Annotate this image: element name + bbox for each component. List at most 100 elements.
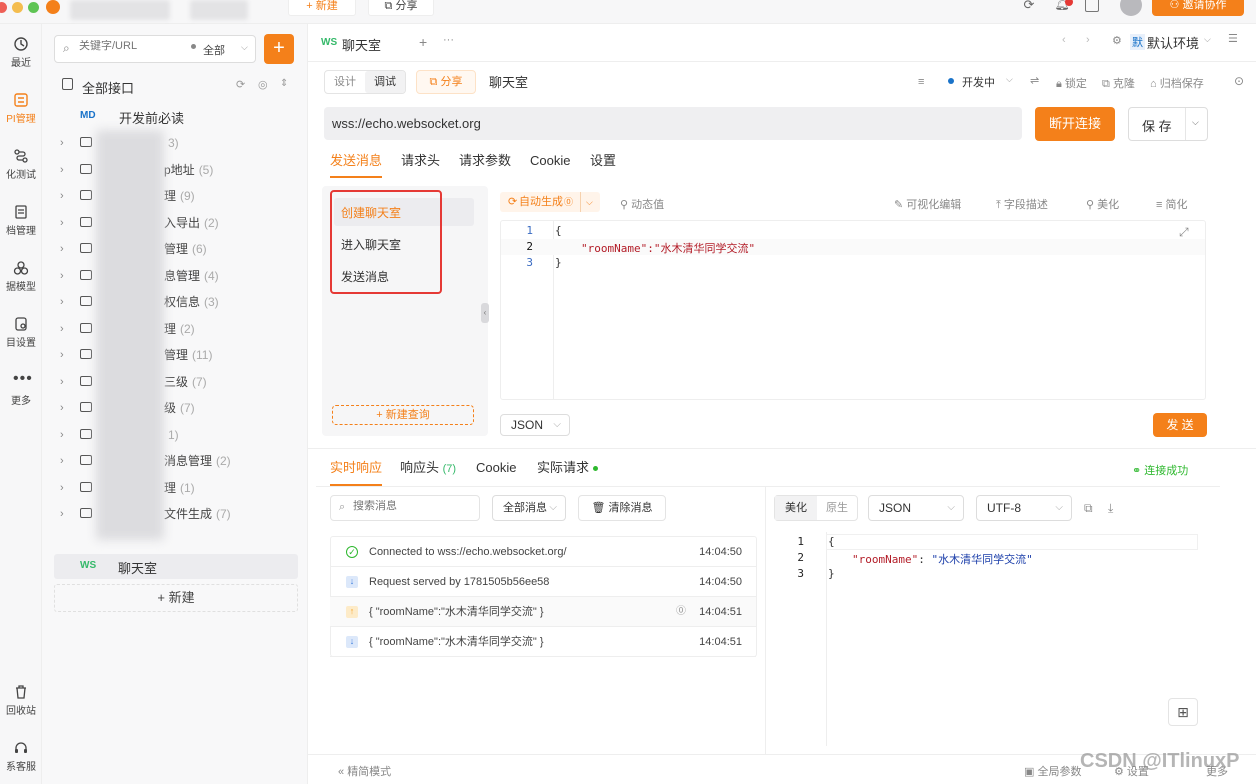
new-query-button[interactable]: + 新建查询 — [332, 405, 474, 425]
layout-toggle-icon[interactable]: ⊞ — [1168, 698, 1198, 726]
message-item-create-room[interactable]: 创建聊天室 — [341, 204, 401, 221]
view-raw-tab[interactable]: 原生 — [817, 496, 857, 520]
tab-realtime-response[interactable]: 实时响应 — [330, 454, 383, 486]
log-row[interactable]: ↓ Request served by 1781505b56ee58 14:04:5… — [330, 567, 756, 597]
log-row[interactable]: ↑{ "roomName":"水木清华同学交流" } ⓪ 14:04:51 — [330, 597, 756, 627]
save-button[interactable]: 保 存 ⌵ — [1128, 107, 1208, 141]
minimize-window-button[interactable] — [12, 2, 23, 13]
tree-filter-select[interactable]: 全部 — [203, 42, 225, 58]
share-top-button[interactable]: ⧉ 分享 — [368, 0, 434, 16]
nav-auto-test[interactable]: 化测试 — [0, 148, 42, 181]
env-select[interactable]: ⚙ 默 默认环境 ⌵ — [1104, 30, 1218, 54]
invite-button[interactable]: ⚇ 邀请协作 — [1152, 0, 1244, 16]
archive-icon: ⌂ — [1150, 78, 1160, 90]
dynamic-value-button[interactable]: ⚲ 动态值 — [620, 196, 664, 212]
viewer-encoding-select[interactable]: UTF-8 ⌵ — [976, 495, 1072, 521]
chevron-right-icon: › — [60, 322, 64, 335]
transfer-icon[interactable]: ⇌ — [1030, 74, 1039, 87]
clone-button[interactable]: ⧉ 克隆 — [1102, 75, 1135, 91]
tree-search-input[interactable] — [79, 40, 179, 52]
nav-trash[interactable]: 回收站 — [0, 684, 42, 717]
message-search-input[interactable] — [353, 500, 463, 512]
doc-tab-chat[interactable]: WS 聊天室 — [308, 30, 408, 58]
body-format-select[interactable]: JSON ⌵ — [500, 414, 570, 436]
beautify-button[interactable]: ⚲ 美化 — [1086, 196, 1119, 212]
maximize-window-button[interactable] — [28, 2, 39, 13]
refresh-icon[interactable]: ⟳ — [236, 78, 245, 91]
tab-request-headers[interactable]: 请求头 — [401, 152, 440, 178]
docs-icon[interactable] — [1085, 0, 1099, 12]
field-desc-button[interactable]: ⤒ 字段描述 — [996, 196, 1048, 212]
message-item-enter-room[interactable]: 进入聊天室 — [341, 236, 401, 253]
tab-next-icon[interactable]: › — [1086, 34, 1090, 46]
download-icon[interactable]: ⤓ — [1108, 501, 1113, 516]
close-window-button[interactable] — [0, 2, 7, 13]
avatar[interactable] — [1120, 0, 1142, 16]
view-pretty-tab[interactable]: 美化 — [775, 496, 817, 520]
line-number: 1 — [526, 224, 533, 237]
tree-item-ws-selected[interactable]: WS 聊天室 — [54, 554, 298, 579]
chevron-down-icon: ⌵ — [549, 502, 557, 513]
help-icon[interactable]: ⓪ — [676, 597, 686, 627]
message-search[interactable]: ⌕ — [330, 495, 480, 521]
tree-root[interactable]: 全部接口 ⟳ ◎ ⇕ — [62, 76, 302, 96]
tree-item-md[interactable]: MD 开发前必读 — [80, 106, 300, 126]
share-button[interactable]: ⧉ 分享 — [416, 70, 476, 94]
viewer-format-select[interactable]: JSON ⌵ — [868, 495, 964, 521]
simplify-button[interactable]: ≡ 简化 — [1156, 196, 1187, 212]
log-row[interactable]: ✓ Connected to wss://echo.websocket.org/1… — [330, 537, 756, 567]
clear-messages-button[interactable]: 🗑︎ 清除消息 — [578, 495, 666, 521]
disconnect-button[interactable]: 断开连接 — [1035, 107, 1115, 141]
collapse-icon[interactable]: ⇕ — [280, 78, 288, 89]
plus-icon: + — [376, 409, 386, 421]
archive-button[interactable]: ⌂ 归档保存 — [1150, 75, 1204, 91]
blurred-folder-names — [96, 130, 164, 540]
message-item-send-message[interactable]: 发送消息 — [341, 268, 389, 285]
tab-response-cookie[interactable]: Cookie — [476, 454, 516, 484]
nav-doc[interactable]: 档管理 — [0, 204, 42, 237]
tab-response-headers[interactable]: 响应头 (7) — [400, 454, 456, 484]
edit-icon[interactable]: ≡ — [918, 76, 924, 88]
collapse-handle[interactable]: ‹ — [481, 303, 489, 323]
auto-generate-button[interactable]: ⟳ 自动生成 ⓪ ⌵ — [500, 192, 600, 212]
tab-send-message[interactable]: 发送消息 — [330, 152, 383, 178]
expand-icon[interactable]: ⤢ — [1179, 225, 1189, 240]
new-button[interactable]: + 新建 — [288, 0, 356, 16]
design-tab[interactable]: 设计 — [325, 71, 365, 93]
help-circle-icon[interactable]: ⊙ — [1234, 74, 1244, 88]
add-tab-icon[interactable]: + — [419, 34, 427, 50]
nav-model[interactable]: 据模型 — [0, 260, 42, 293]
nav-more[interactable]: ••• 更多 — [0, 371, 42, 408]
request-body-editor[interactable]: 1 2 3 { "roomName":"水木清华同学交流" } ⤢ — [500, 220, 1206, 400]
nav-api[interactable]: PI管理 — [0, 92, 42, 125]
nav-settings[interactable]: 目设置 — [0, 316, 42, 349]
tab-cookie[interactable]: Cookie — [530, 152, 570, 178]
tab-more-icon[interactable]: ··· — [443, 34, 454, 46]
message-filter-select[interactable]: 全部消息 ⌵ — [492, 495, 566, 521]
tree-new-button[interactable]: + 新建 — [54, 584, 298, 612]
locate-icon[interactable]: ◎ — [258, 78, 268, 91]
tab-settings[interactable]: 设置 — [590, 152, 616, 178]
sync-icon[interactable]: ⟳ — [1018, 0, 1040, 17]
tree-search[interactable]: ⌕ 全部 ⌵ — [54, 35, 256, 63]
url-input[interactable]: wss://echo.websocket.org — [324, 107, 1022, 140]
tab-prev-icon[interactable]: ‹ — [1062, 34, 1066, 46]
folder-label: 文件生成 (7) — [164, 507, 231, 521]
copy-icon[interactable]: ⧉ — [1084, 501, 1093, 516]
global-params-button[interactable]: ▣ 全局参数 — [1024, 763, 1081, 779]
tab-request-params[interactable]: 请求参数 — [459, 152, 511, 178]
nav-support[interactable]: 系客服 — [0, 740, 42, 773]
tab-actual-request[interactable]: 实际请求 — [537, 454, 598, 484]
log-row[interactable]: ↓{ "roomName":"水木清华同学交流" } 14:04:51 — [330, 627, 756, 657]
lock-button[interactable]: 🔒︎ 锁定 — [1056, 75, 1087, 91]
folder-icon — [80, 243, 92, 253]
nav-recent[interactable]: 最近 — [0, 36, 42, 69]
panel-toggle-icon[interactable]: ☰ — [1228, 32, 1238, 45]
debug-tab[interactable]: 调试 — [365, 71, 405, 93]
visual-edit-button[interactable]: ✎ 可视化编辑 — [894, 196, 961, 212]
simple-mode-button[interactable]: « 精简模式 — [338, 763, 391, 779]
send-button[interactable]: 发 送 — [1153, 413, 1207, 437]
plus-icon: + — [306, 0, 316, 12]
api-name[interactable]: 聊天室 — [489, 72, 528, 91]
add-api-button[interactable]: + — [264, 34, 294, 64]
